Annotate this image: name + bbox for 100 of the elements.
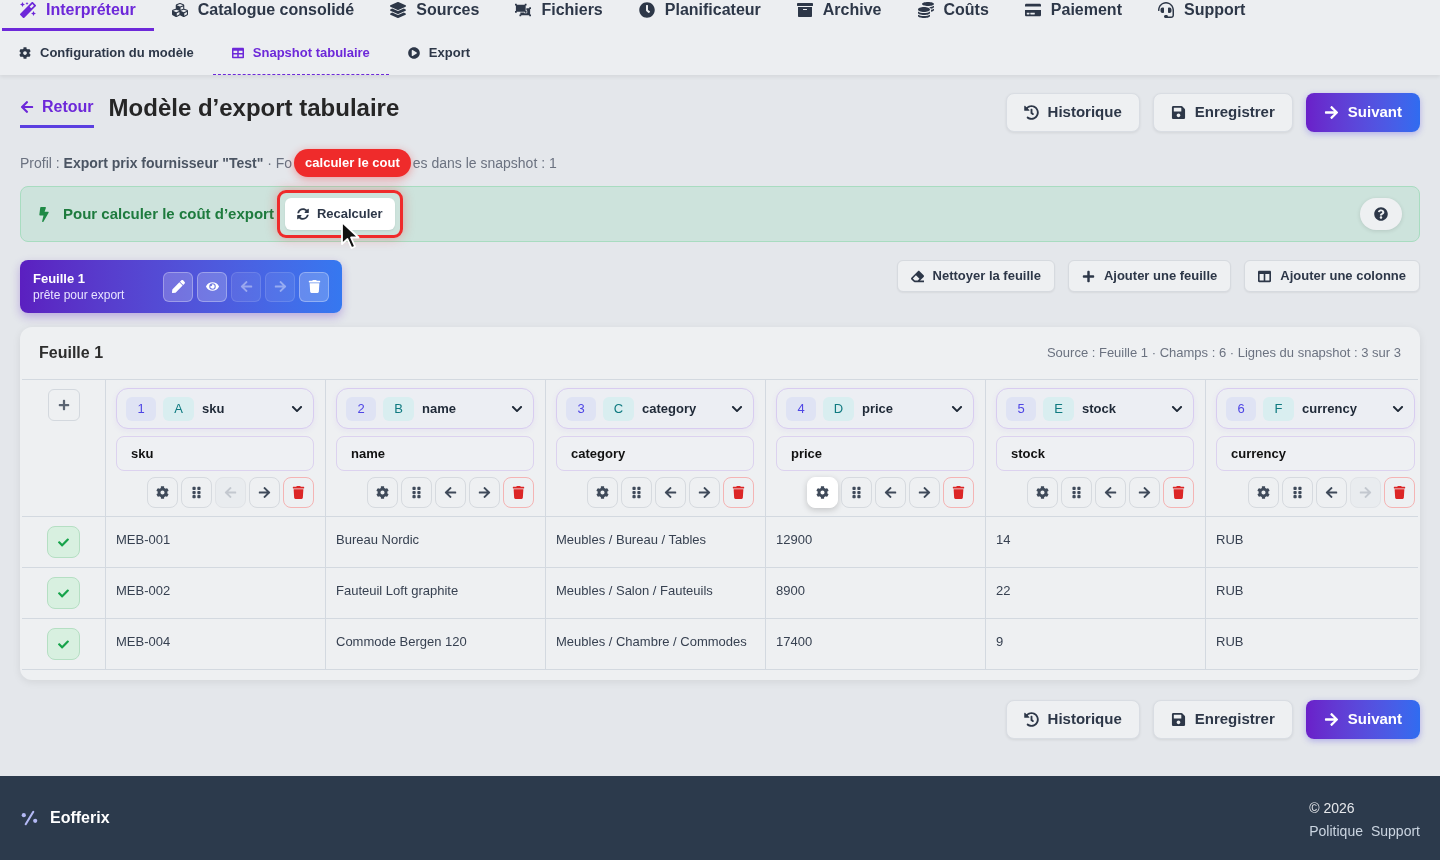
field-name-input[interactable]: stock	[996, 436, 1194, 471]
footer-link[interactable]: Politique	[1309, 821, 1363, 841]
sub-tab[interactable]: Snapshot tabulaire	[212, 31, 389, 75]
field-name-input[interactable]: currency	[1216, 436, 1415, 471]
save-button[interactable]: Enregistrer	[1152, 700, 1293, 739]
grip-icon	[850, 486, 863, 499]
next-button[interactable]: Suivant	[1305, 93, 1420, 132]
add-sheet-button[interactable]: Ajouter une feuille	[1067, 260, 1232, 292]
drag-handle[interactable]	[841, 477, 872, 508]
field-name-input[interactable]: name	[336, 436, 534, 471]
grip-icon	[630, 486, 643, 499]
drag-handle[interactable]	[1282, 477, 1313, 508]
nav-tab[interactable]: Archive	[778, 0, 900, 31]
field-name-input[interactable]: category	[556, 436, 754, 471]
delete-column-button[interactable]	[943, 477, 974, 508]
column-settings-button[interactable]	[147, 477, 178, 508]
column-letter: D	[823, 396, 854, 421]
add-column-button[interactable]: Ajouter une colonne	[1244, 260, 1420, 292]
move-right-button[interactable]	[249, 477, 280, 508]
credit-card-icon	[1024, 2, 1041, 18]
move-left-button[interactable]	[875, 477, 906, 508]
row-checkbox[interactable]	[47, 628, 80, 660]
settings-icon	[1036, 486, 1049, 499]
edit-sheet-button[interactable]	[163, 271, 193, 302]
nav-tab[interactable]: Fichiers	[497, 0, 621, 31]
column-source-select[interactable]: 6 F currency	[1216, 388, 1415, 429]
delete-sheet-button[interactable]	[299, 271, 329, 302]
nav-tab[interactable]: Paiement	[1006, 0, 1140, 31]
column-letter: B	[383, 396, 414, 421]
drag-handle[interactable]	[1061, 477, 1092, 508]
column-settings-button[interactable]	[367, 477, 398, 508]
arrow-left-icon	[239, 280, 253, 293]
column-settings-button[interactable]	[587, 477, 618, 508]
nav-tab[interactable]: Interpréteur	[2, 0, 154, 31]
arrow-right-icon	[258, 486, 271, 499]
page-title: Modèle d’export tabulaire	[108, 93, 400, 123]
move-right-button[interactable]	[909, 477, 940, 508]
headset-icon	[1157, 2, 1174, 18]
field-name-input[interactable]: price	[776, 436, 974, 471]
sub-tab[interactable]: Export	[388, 31, 490, 75]
notice-text: Pour calculer le coût d’export	[63, 203, 274, 224]
clear-sheet-button[interactable]: Nettoyer la feuille	[896, 260, 1055, 292]
history-button[interactable]: Historique	[1005, 93, 1140, 132]
move-left-button[interactable]	[435, 477, 466, 508]
column-settings-button[interactable]	[1027, 477, 1058, 508]
move-left-button[interactable]	[1316, 477, 1347, 508]
settings-icon	[19, 46, 31, 59]
eraser-icon	[910, 269, 924, 283]
column-source-select[interactable]: 1 A sku	[116, 388, 314, 429]
delete-column-button[interactable]	[723, 477, 754, 508]
drag-handle[interactable]	[621, 477, 652, 508]
column-source-select[interactable]: 2 B name	[336, 388, 534, 429]
save-button[interactable]: Enregistrer	[1152, 93, 1293, 132]
move-right-button[interactable]	[1129, 477, 1160, 508]
sub-tab[interactable]: Configuration du modèle	[0, 31, 213, 75]
footer-link[interactable]: Support	[1370, 821, 1420, 841]
nav-tab[interactable]: Sources	[372, 0, 498, 31]
history-button[interactable]: Historique	[1005, 700, 1140, 739]
sheet-card[interactable]: Feuille 1 prête pour export	[20, 260, 342, 313]
column-source-select[interactable]: 4 D price	[776, 388, 974, 429]
column-number: 2	[346, 396, 376, 421]
nav-tab[interactable]: Coûts	[899, 0, 1007, 31]
delete-column-button[interactable]	[283, 477, 314, 508]
columns-icon	[1258, 269, 1272, 283]
grip-icon	[1070, 486, 1083, 499]
field-name-input[interactable]: sku	[116, 436, 314, 471]
delete-column-button[interactable]	[1384, 477, 1415, 508]
add-row-button[interactable]	[47, 389, 80, 421]
nav-tab[interactable]: Support	[1139, 0, 1264, 31]
row-checkbox[interactable]	[47, 526, 80, 558]
table-cell: 17400	[776, 634, 813, 649]
nav-tab[interactable]: Catalogue consolidé	[153, 0, 373, 31]
column-source-select[interactable]: 5 E stock	[996, 388, 1194, 429]
plus-icon	[1081, 269, 1095, 283]
copyright-text: © 2026	[1309, 799, 1355, 818]
next-button[interactable]: Suivant	[1305, 700, 1420, 739]
arrow-left-icon	[884, 486, 897, 499]
history-icon	[1023, 712, 1039, 727]
nav-tab[interactable]: Planificateur	[620, 0, 779, 31]
column-settings-button[interactable]	[1248, 477, 1279, 508]
settings-icon	[596, 486, 609, 499]
drag-handle[interactable]	[401, 477, 432, 508]
row-checkbox[interactable]	[47, 577, 80, 609]
layers-icon	[390, 2, 407, 18]
view-sheet-button[interactable]	[197, 271, 227, 302]
delete-column-button[interactable]	[1163, 477, 1194, 508]
back-link[interactable]: Retour	[20, 97, 94, 128]
arrow-left-icon	[1325, 486, 1338, 499]
move-left-button[interactable]	[1095, 477, 1126, 508]
drag-handle[interactable]	[181, 477, 212, 508]
column-source-select[interactable]: 3 C category	[556, 388, 754, 429]
move-right-button[interactable]	[469, 477, 500, 508]
settings-icon	[816, 486, 829, 499]
recalculate-button[interactable]: Recalculer	[284, 198, 395, 230]
move-left-button[interactable]	[655, 477, 686, 508]
help-button[interactable]	[1360, 198, 1402, 230]
table-cell: 12900	[776, 532, 813, 547]
profile-text: Profil : Export prix fournisseur "Test" · Fo	[20, 153, 293, 173]
move-right-button[interactable]	[689, 477, 720, 508]
delete-column-button[interactable]	[503, 477, 534, 508]
